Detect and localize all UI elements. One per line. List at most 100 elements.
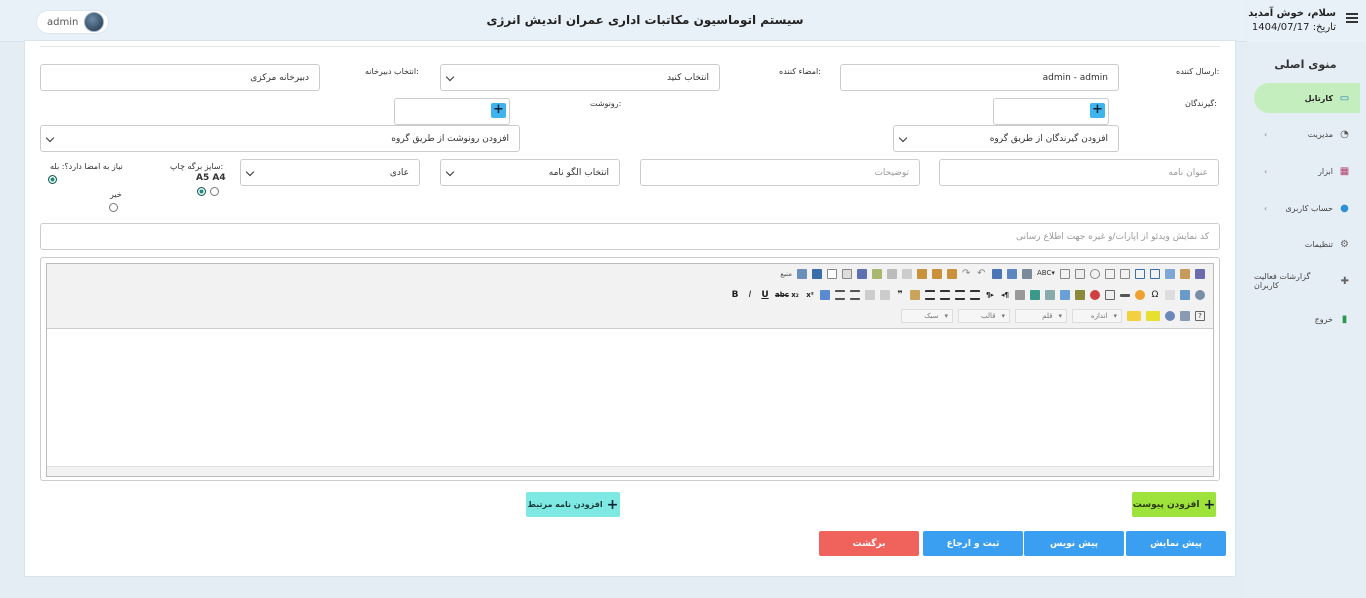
source-button[interactable]: منبع xyxy=(780,270,792,278)
outdent-icon[interactable] xyxy=(865,290,875,300)
bullet-list-icon[interactable] xyxy=(850,290,860,300)
button-field-icon[interactable] xyxy=(1150,269,1160,279)
recipients-group-select[interactable]: افزودن گیرندگان از طریق گروه xyxy=(893,125,1119,152)
sidebar-item-tools[interactable]: ‹ ابزار ▦ xyxy=(1254,156,1360,186)
print-icon[interactable] xyxy=(857,269,867,279)
sidebar-item-management[interactable]: ‹ مدیریت ◔ xyxy=(1254,119,1360,149)
cut-icon[interactable] xyxy=(887,269,897,279)
background-color-icon[interactable] xyxy=(1146,311,1160,321)
justify-icon[interactable] xyxy=(970,290,980,300)
maximize-icon[interactable] xyxy=(1165,311,1175,321)
select-field-icon[interactable] xyxy=(1135,269,1145,279)
page-break-icon[interactable] xyxy=(1165,290,1175,300)
media-icon[interactable] xyxy=(1195,290,1205,300)
indent-icon[interactable] xyxy=(880,290,890,300)
style-select[interactable]: سبک ▾ xyxy=(901,309,953,323)
sidebar-item-cartable[interactable]: کارتابل ▭ xyxy=(1254,83,1360,113)
hamburger-icon[interactable] xyxy=(1346,13,1358,23)
sidebar-item-reports[interactable]: گزارشات فعالیت کاربران ✚ xyxy=(1254,266,1360,296)
iframe-icon[interactable] xyxy=(1180,290,1190,300)
subscript-icon[interactable]: x₂ xyxy=(790,291,800,299)
align-left-icon[interactable] xyxy=(925,290,935,300)
help-icon[interactable]: ? xyxy=(1195,311,1205,321)
add-related-letter-button[interactable]: افزودن نامه مرتبط + xyxy=(526,492,620,517)
redo-icon[interactable]: ↷ xyxy=(962,269,972,279)
add-recipient-button[interactable]: + xyxy=(1090,103,1105,118)
preview-button[interactable]: پیش نمایش xyxy=(1126,531,1226,556)
a5-radio[interactable] xyxy=(197,187,206,196)
numbered-list-icon[interactable] xyxy=(835,290,845,300)
underline-icon[interactable]: U xyxy=(760,290,770,300)
subject-input[interactable]: عنوان نامه xyxy=(939,159,1219,186)
sidebar-item-logout[interactable]: خروج ▮ xyxy=(1254,304,1360,334)
secretariat-field[interactable]: دبیرخانه مرکزی xyxy=(40,64,320,91)
draft-button[interactable]: پیش نویس xyxy=(1024,531,1124,556)
spellcheck-icon[interactable]: ABC▾ xyxy=(1037,269,1055,279)
flash-icon[interactable] xyxy=(1090,290,1100,300)
align-center-icon[interactable] xyxy=(940,290,950,300)
replace-icon[interactable] xyxy=(1007,269,1017,279)
sidebar-item-account[interactable]: ‹ حساب کاربری ● xyxy=(1254,193,1360,223)
blockquote-icon[interactable]: ❞ xyxy=(895,290,905,300)
image-icon[interactable] xyxy=(1075,290,1085,300)
italic-icon[interactable]: I xyxy=(745,290,755,300)
superscript-icon[interactable]: x² xyxy=(805,291,815,299)
templates-icon[interactable] xyxy=(872,269,882,279)
bold-icon[interactable]: B xyxy=(730,290,740,300)
table-icon[interactable] xyxy=(1105,290,1115,300)
find-icon[interactable] xyxy=(992,269,1002,279)
paste-word-icon[interactable] xyxy=(947,269,957,279)
priority-select[interactable]: عادی xyxy=(240,159,420,186)
textfield-icon[interactable] xyxy=(1105,269,1115,279)
div-icon[interactable] xyxy=(910,290,920,300)
sender-field[interactable]: admin - admin xyxy=(840,64,1119,91)
unlink-icon[interactable] xyxy=(1045,290,1055,300)
sidebar-item-settings[interactable]: تنظیمات ⚙ xyxy=(1254,229,1360,259)
image-button-icon[interactable] xyxy=(1165,269,1175,279)
add-attachment-button[interactable]: افزودن پیوست + xyxy=(1132,492,1216,517)
style-select-label: سبک xyxy=(924,312,939,320)
text-color-icon[interactable] xyxy=(1127,311,1141,321)
ltr-icon[interactable]: ¶▸ xyxy=(985,291,995,299)
align-right-icon[interactable] xyxy=(955,290,965,300)
remove-format-icon[interactable] xyxy=(820,290,830,300)
language-icon[interactable] xyxy=(1015,290,1025,300)
select-all-icon[interactable] xyxy=(1022,269,1032,279)
special-char-icon[interactable]: Ω xyxy=(1150,290,1160,300)
paste-text-icon[interactable] xyxy=(932,269,942,279)
link-icon[interactable] xyxy=(1030,290,1040,300)
strike-icon[interactable]: abc xyxy=(775,291,789,299)
textarea-icon[interactable] xyxy=(1120,269,1130,279)
rtl-icon[interactable]: ◂¶ xyxy=(1000,291,1010,299)
a4-radio[interactable] xyxy=(210,187,219,196)
form-icon[interactable] xyxy=(1060,269,1070,279)
add-cc-button[interactable]: + xyxy=(491,103,506,118)
document-icon[interactable] xyxy=(842,269,852,279)
show-blocks-icon[interactable] xyxy=(1180,311,1190,321)
signer-select[interactable]: انتخاب کنید xyxy=(440,64,720,91)
checkbox-icon[interactable] xyxy=(1075,269,1085,279)
back-button[interactable]: برگشت xyxy=(819,531,919,556)
anchor-icon[interactable] xyxy=(1060,290,1070,300)
need-sign-no-radio[interactable] xyxy=(109,203,118,212)
paste-icon[interactable] xyxy=(917,269,927,279)
save-icon[interactable] xyxy=(812,269,822,279)
video-code-input[interactable]: کد نمایش ویدئو از اپارات/و غیره جهت اطلا… xyxy=(40,223,1220,250)
undo-icon[interactable]: ↶ xyxy=(977,269,987,279)
font-select[interactable]: قلم ▾ xyxy=(1015,309,1067,323)
source-icon[interactable] xyxy=(797,269,807,279)
smiley-icon[interactable] xyxy=(1135,290,1145,300)
radio-icon[interactable] xyxy=(1090,269,1100,279)
cc-group-select[interactable]: افزودن رونوشت از طریق گروه xyxy=(40,125,520,152)
template-select[interactable]: انتخاب الگو نامه xyxy=(440,159,620,186)
format-select[interactable]: قالب ▾ xyxy=(958,309,1010,323)
description-input[interactable]: توضیحات xyxy=(640,159,920,186)
copy-icon[interactable] xyxy=(902,269,912,279)
new-page-icon[interactable] xyxy=(827,269,837,279)
need-sign-yes-radio[interactable] xyxy=(48,175,57,184)
hidden-field-icon[interactable] xyxy=(1180,269,1190,279)
horizontal-line-icon[interactable] xyxy=(1120,293,1130,297)
submit-refer-button[interactable]: ثبت و ارجاع xyxy=(923,531,1023,556)
about-icon[interactable] xyxy=(1195,269,1205,279)
size-select[interactable]: اندازه ▾ xyxy=(1072,309,1122,323)
